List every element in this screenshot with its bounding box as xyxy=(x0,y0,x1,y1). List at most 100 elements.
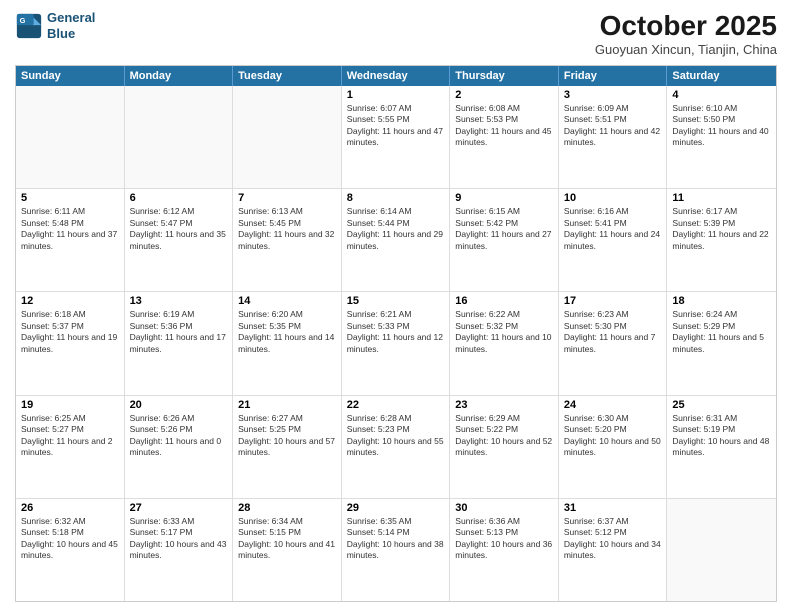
calendar-day-cell: 8Sunrise: 6:14 AM Sunset: 5:44 PM Daylig… xyxy=(342,189,451,291)
calendar-header-cell: Saturday xyxy=(667,66,776,86)
calendar-day-cell: 25 Sunrise: 6:31 AM Sunset: 5:19 PM Dayli… xyxy=(667,396,776,498)
day-info-text: Sunrise: 6:19 AM Sunset: 5:36 PM Dayligh… xyxy=(130,309,228,355)
day-number: 17 xyxy=(564,295,662,307)
day-info-text: Sunrise: 6:21 AM Sunset: 5:33 PM Dayligh… xyxy=(347,309,445,355)
calendar-empty-cell xyxy=(233,86,342,188)
day-number: 3 xyxy=(564,89,662,101)
day-number: 6 xyxy=(130,192,228,204)
day-info-text: Sunrise: 6:17 AM Sunset: 5:39 PM Dayligh… xyxy=(672,206,771,252)
calendar-week-row: 1 Sunrise: 6:07 AM Sunset: 5:55 PM Daylig… xyxy=(16,86,776,189)
calendar-day-cell: 11 Sunrise: 6:17 AM Sunset: 5:39 PM Dayli… xyxy=(667,189,776,291)
day-number: 20 xyxy=(130,399,228,411)
day-number: 9 xyxy=(455,192,553,204)
day-number: 29 xyxy=(347,502,445,514)
day-info-text: Sunrise: 6:13 AM Sunset: 5:45 PM Dayligh… xyxy=(238,206,336,252)
logo-icon: G xyxy=(15,12,43,40)
day-info-text: Sunrise: 6:30 AM Sunset: 5:20 PM Dayligh… xyxy=(564,413,662,459)
day-info-text: Sunrise: 6:22 AM Sunset: 5:32 PM Dayligh… xyxy=(455,309,553,355)
day-number: 1 xyxy=(347,89,445,101)
calendar: SundayMondayTuesdayWednesdayThursdayFrid… xyxy=(15,65,777,602)
day-number: 12 xyxy=(21,295,119,307)
calendar-day-cell: 17 Sunrise: 6:23 AM Sunset: 5:30 PM Dayli… xyxy=(559,292,668,394)
calendar-day-cell: 9 Sunrise: 6:15 AM Sunset: 5:42 PM Daylig… xyxy=(450,189,559,291)
day-number: 15 xyxy=(347,295,445,307)
calendar-day-cell: 16 Sunrise: 6:22 AM Sunset: 5:32 PM Dayli… xyxy=(450,292,559,394)
calendar-header-cell: Thursday xyxy=(450,66,559,86)
day-info-text: Sunrise: 6:37 AM Sunset: 5:12 PM Dayligh… xyxy=(564,516,662,562)
day-number: 21 xyxy=(238,399,336,411)
calendar-day-cell: 22Sunrise: 6:28 AM Sunset: 5:23 PM Dayli… xyxy=(342,396,451,498)
calendar-day-cell: 19 Sunrise: 6:25 AM Sunset: 5:27 PM Dayli… xyxy=(16,396,125,498)
calendar-day-cell: 27Sunrise: 6:33 AM Sunset: 5:17 PM Dayli… xyxy=(125,499,234,601)
day-info-text: Sunrise: 6:34 AM Sunset: 5:15 PM Dayligh… xyxy=(238,516,336,562)
calendar-day-cell: 6Sunrise: 6:12 AM Sunset: 5:47 PM Daylig… xyxy=(125,189,234,291)
day-info-text: Sunrise: 6:32 AM Sunset: 5:18 PM Dayligh… xyxy=(21,516,119,562)
calendar-day-cell: 12 Sunrise: 6:18 AM Sunset: 5:37 PM Dayli… xyxy=(16,292,125,394)
day-info-text: Sunrise: 6:31 AM Sunset: 5:19 PM Dayligh… xyxy=(672,413,771,459)
day-number: 25 xyxy=(672,399,771,411)
calendar-day-cell: 14 Sunrise: 6:20 AM Sunset: 5:35 PM Dayli… xyxy=(233,292,342,394)
calendar-day-cell: 5 Sunrise: 6:11 AM Sunset: 5:48 PM Daylig… xyxy=(16,189,125,291)
calendar-day-cell: 7 Sunrise: 6:13 AM Sunset: 5:45 PM Daylig… xyxy=(233,189,342,291)
day-info-text: Sunrise: 6:14 AM Sunset: 5:44 PM Dayligh… xyxy=(347,206,445,252)
day-info-text: Sunrise: 6:23 AM Sunset: 5:30 PM Dayligh… xyxy=(564,309,662,355)
calendar-day-cell: 13 Sunrise: 6:19 AM Sunset: 5:36 PM Dayli… xyxy=(125,292,234,394)
day-number: 11 xyxy=(672,192,771,204)
day-number: 28 xyxy=(238,502,336,514)
calendar-header-cell: Wednesday xyxy=(342,66,451,86)
calendar-header-row: SundayMondayTuesdayWednesdayThursdayFrid… xyxy=(16,66,776,86)
day-number: 5 xyxy=(21,192,119,204)
day-info-text: Sunrise: 6:07 AM Sunset: 5:55 PM Dayligh… xyxy=(347,103,445,149)
day-number: 31 xyxy=(564,502,662,514)
calendar-day-cell: 23Sunrise: 6:29 AM Sunset: 5:22 PM Dayli… xyxy=(450,396,559,498)
calendar-day-cell: 18Sunrise: 6:24 AM Sunset: 5:29 PM Dayli… xyxy=(667,292,776,394)
day-number: 22 xyxy=(347,399,445,411)
day-info-text: Sunrise: 6:36 AM Sunset: 5:13 PM Dayligh… xyxy=(455,516,553,562)
day-info-text: Sunrise: 6:08 AM Sunset: 5:53 PM Dayligh… xyxy=(455,103,553,149)
day-number: 10 xyxy=(564,192,662,204)
calendar-day-cell: 4 Sunrise: 6:10 AM Sunset: 5:50 PM Daylig… xyxy=(667,86,776,188)
day-info-text: Sunrise: 6:24 AM Sunset: 5:29 PM Dayligh… xyxy=(672,309,771,355)
calendar-day-cell: 28 Sunrise: 6:34 AM Sunset: 5:15 PM Dayli… xyxy=(233,499,342,601)
calendar-body: 1 Sunrise: 6:07 AM Sunset: 5:55 PM Daylig… xyxy=(16,86,776,601)
day-info-text: Sunrise: 6:11 AM Sunset: 5:48 PM Dayligh… xyxy=(21,206,119,252)
calendar-day-cell: 26Sunrise: 6:32 AM Sunset: 5:18 PM Dayli… xyxy=(16,499,125,601)
calendar-day-cell: 30Sunrise: 6:36 AM Sunset: 5:13 PM Dayli… xyxy=(450,499,559,601)
calendar-day-cell: 2 Sunrise: 6:08 AM Sunset: 5:53 PM Daylig… xyxy=(450,86,559,188)
day-info-text: Sunrise: 6:18 AM Sunset: 5:37 PM Dayligh… xyxy=(21,309,119,355)
day-number: 2 xyxy=(455,89,553,101)
day-info-text: Sunrise: 6:15 AM Sunset: 5:42 PM Dayligh… xyxy=(455,206,553,252)
day-number: 24 xyxy=(564,399,662,411)
calendar-week-row: 5 Sunrise: 6:11 AM Sunset: 5:48 PM Daylig… xyxy=(16,189,776,292)
day-info-text: Sunrise: 6:16 AM Sunset: 5:41 PM Dayligh… xyxy=(564,206,662,252)
day-number: 16 xyxy=(455,295,553,307)
calendar-day-cell: 24 Sunrise: 6:30 AM Sunset: 5:20 PM Dayli… xyxy=(559,396,668,498)
logo: G General Blue xyxy=(15,10,95,41)
day-number: 23 xyxy=(455,399,553,411)
page-container: G General Blue October 2025 Guoyuan Xinc… xyxy=(0,0,792,612)
day-info-text: Sunrise: 6:27 AM Sunset: 5:25 PM Dayligh… xyxy=(238,413,336,459)
month-title: October 2025 xyxy=(595,10,777,42)
day-number: 27 xyxy=(130,502,228,514)
calendar-day-cell: 10 Sunrise: 6:16 AM Sunset: 5:41 PM Dayli… xyxy=(559,189,668,291)
day-number: 19 xyxy=(21,399,119,411)
day-info-text: Sunrise: 6:10 AM Sunset: 5:50 PM Dayligh… xyxy=(672,103,771,149)
day-number: 13 xyxy=(130,295,228,307)
day-info-text: Sunrise: 6:26 AM Sunset: 5:26 PM Dayligh… xyxy=(130,413,228,459)
calendar-day-cell: 15 Sunrise: 6:21 AM Sunset: 5:33 PM Dayli… xyxy=(342,292,451,394)
calendar-empty-cell xyxy=(16,86,125,188)
logo-line2: Blue xyxy=(47,26,95,42)
calendar-day-cell: 21 Sunrise: 6:27 AM Sunset: 5:25 PM Dayli… xyxy=(233,396,342,498)
day-info-text: Sunrise: 6:09 AM Sunset: 5:51 PM Dayligh… xyxy=(564,103,662,149)
title-block: October 2025 Guoyuan Xincun, Tianjin, Ch… xyxy=(595,10,777,57)
calendar-week-row: 19 Sunrise: 6:25 AM Sunset: 5:27 PM Dayli… xyxy=(16,396,776,499)
calendar-header-cell: Tuesday xyxy=(233,66,342,86)
calendar-header-cell: Monday xyxy=(125,66,234,86)
calendar-header-cell: Sunday xyxy=(16,66,125,86)
day-number: 14 xyxy=(238,295,336,307)
day-info-text: Sunrise: 6:20 AM Sunset: 5:35 PM Dayligh… xyxy=(238,309,336,355)
day-number: 7 xyxy=(238,192,336,204)
logo-text-block: General Blue xyxy=(47,10,95,41)
day-number: 4 xyxy=(672,89,771,101)
day-info-text: Sunrise: 6:25 AM Sunset: 5:27 PM Dayligh… xyxy=(21,413,119,459)
